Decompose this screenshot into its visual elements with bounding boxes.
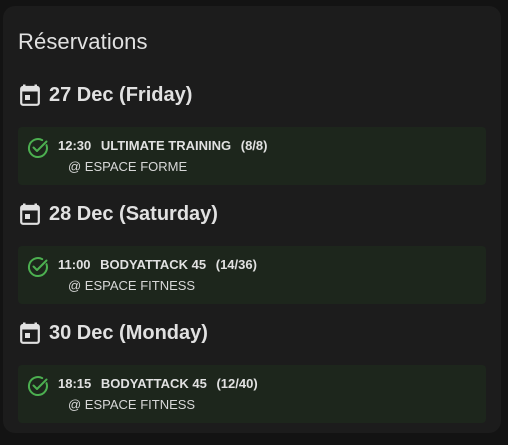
day-title: 27 Dec (Friday) xyxy=(49,83,193,106)
day-section: 28 Dec (Saturday) 11:00 BODYATTACK 45 (1… xyxy=(18,200,486,304)
booking-spots: (12/40) xyxy=(216,376,258,391)
booking-location: @ ESPACE FITNESS xyxy=(68,278,196,293)
booking-spots: (8/8) xyxy=(240,138,268,153)
check-circle-icon xyxy=(28,257,48,278)
booking-time: 12:30 xyxy=(58,138,92,153)
day-title: 30 Dec (Monday) xyxy=(49,321,208,344)
booking-activity: BODYATTACK 45 xyxy=(100,376,207,391)
check-circle-icon xyxy=(28,138,48,159)
reservations-card: Réservations 27 Dec (Friday) 12:30 ULTIM… xyxy=(3,6,501,433)
card-title: Réservations xyxy=(18,29,148,54)
booking-item[interactable]: 18:15 BODYATTACK 45 (12/40) @ ESPACE FIT… xyxy=(18,365,486,423)
booking-summary: 18:15 BODYATTACK 45 (12/40) xyxy=(58,376,264,391)
calendar-icon xyxy=(20,322,40,344)
booking-activity: BODYATTACK 45 xyxy=(100,257,207,272)
day-section: 30 Dec (Monday) 18:15 BODYATTACK 45 (12/… xyxy=(18,319,486,423)
check-circle-icon xyxy=(28,376,48,397)
day-header: 27 Dec (Friday) xyxy=(18,81,486,109)
calendar-icon xyxy=(20,84,40,106)
booking-time: 11:00 xyxy=(58,257,91,272)
booking-time: 18:15 xyxy=(58,376,92,391)
calendar-icon xyxy=(20,203,40,225)
booking-summary: 12:30 ULTIMATE TRAINING (8/8) xyxy=(58,138,273,153)
day-title: 28 Dec (Saturday) xyxy=(49,202,218,225)
booking-spots: (14/36) xyxy=(215,257,257,272)
booking-activity: ULTIMATE TRAINING xyxy=(100,138,232,153)
booking-item[interactable]: 11:00 BODYATTACK 45 (14/36) @ ESPACE FIT… xyxy=(18,246,486,304)
booking-location: @ ESPACE FORME xyxy=(68,159,188,174)
day-header: 28 Dec (Saturday) xyxy=(18,200,486,228)
booking-summary: 11:00 BODYATTACK 45 (14/36) xyxy=(58,257,263,272)
day-header: 30 Dec (Monday) xyxy=(18,319,486,347)
day-section: 27 Dec (Friday) 12:30 ULTIMATE TRAINING … xyxy=(18,81,486,185)
booking-item[interactable]: 12:30 ULTIMATE TRAINING (8/8) @ ESPACE F… xyxy=(18,127,486,185)
booking-location: @ ESPACE FITNESS xyxy=(68,397,196,412)
